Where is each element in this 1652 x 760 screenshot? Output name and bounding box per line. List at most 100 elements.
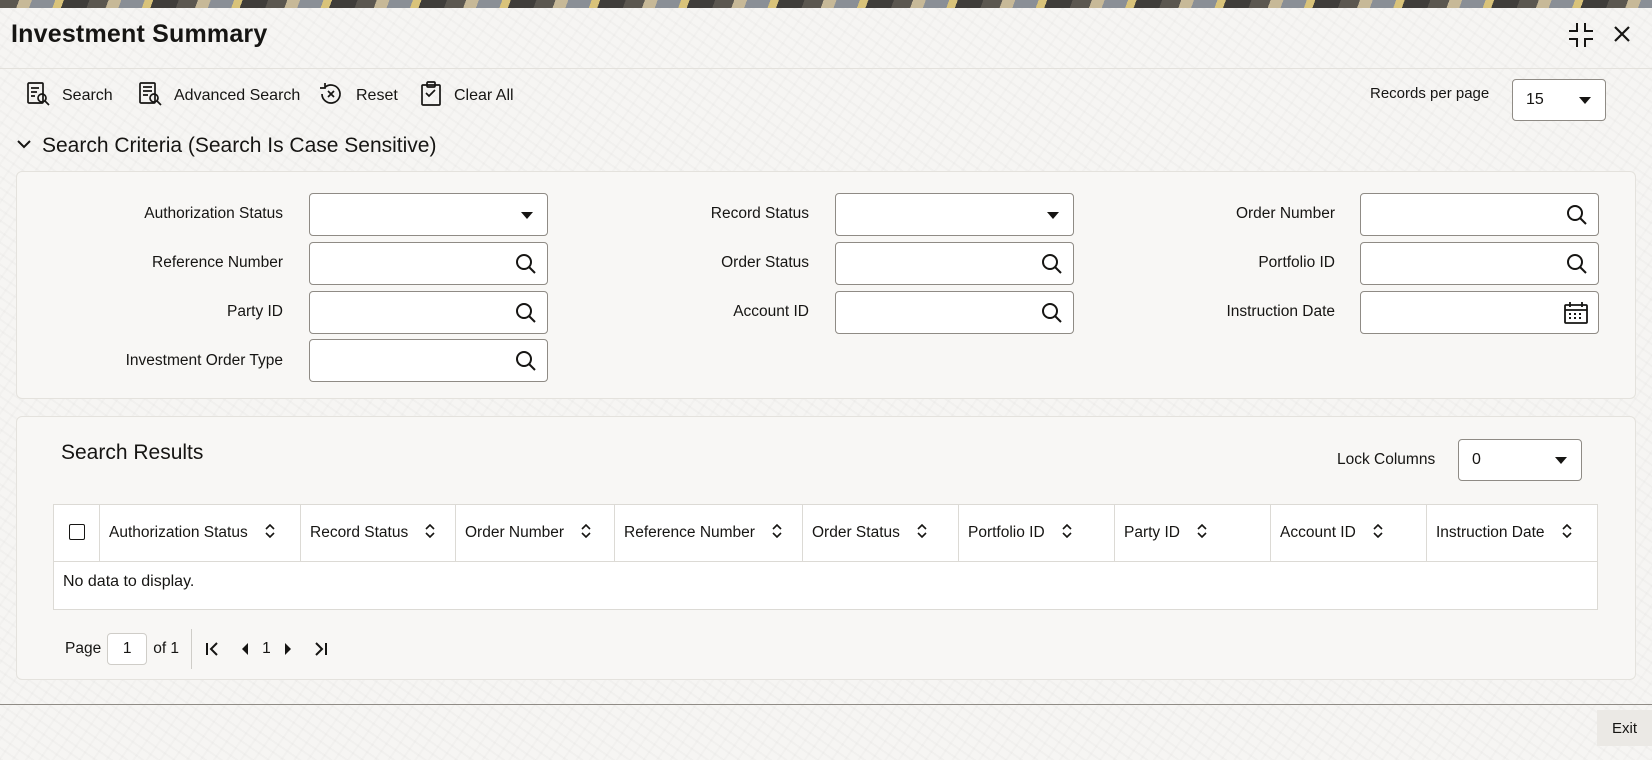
search-button[interactable]: Search: [26, 81, 113, 112]
last-page-icon[interactable]: [313, 641, 329, 657]
column-header-party-id[interactable]: Party ID: [1115, 505, 1271, 561]
party-id-label: Party ID: [227, 303, 283, 320]
previous-page-icon[interactable]: [240, 642, 250, 656]
investment-order-type-input[interactable]: [309, 339, 548, 382]
next-page-icon[interactable]: [283, 642, 293, 656]
maximize-icon[interactable]: [1568, 22, 1594, 53]
records-per-page-label: Records per page: [1370, 85, 1490, 102]
search-icon[interactable]: [1041, 302, 1063, 329]
search-icon[interactable]: [515, 253, 537, 280]
clipboard-icon: [420, 80, 442, 112]
select-all-cell: [54, 505, 100, 561]
column-header-label: Portfolio ID: [968, 524, 1045, 541]
authorization-status-label: Authorization Status: [144, 205, 283, 222]
authorization-status-select[interactable]: [309, 193, 548, 236]
column-header-record-status[interactable]: Record Status: [301, 505, 456, 561]
lock-columns-select[interactable]: 0: [1458, 439, 1582, 481]
column-header-label: Authorization Status: [109, 524, 248, 541]
sort-icon: [424, 523, 436, 543]
column-header-label: Party ID: [1124, 524, 1180, 541]
search-list-icon: [26, 81, 50, 112]
records-per-page-select[interactable]: 15: [1512, 79, 1606, 121]
reference-number-label: Reference Number: [152, 254, 283, 271]
record-status-label: Record Status: [710, 205, 809, 222]
caret-down-icon: [1579, 97, 1591, 104]
investment-order-type-label: Investment Order Type: [125, 352, 283, 369]
caret-down-icon: [521, 212, 533, 219]
clear-all-button[interactable]: Clear All: [420, 80, 514, 112]
current-page-link[interactable]: 1: [262, 640, 271, 658]
reset-button[interactable]: Reset: [318, 82, 398, 110]
calendar-icon[interactable]: [1564, 302, 1588, 329]
column-header-reference-number[interactable]: Reference Number: [615, 505, 803, 561]
account-id-label: Account ID: [733, 303, 809, 320]
advanced-search-label: Advanced Search: [174, 87, 301, 104]
column-header-label: Instruction Date: [1436, 524, 1545, 541]
search-icon[interactable]: [515, 302, 537, 329]
column-header-label: Record Status: [310, 524, 409, 541]
top-banner-strip: [0, 0, 1652, 8]
column-header-instruction-date[interactable]: Instruction Date: [1427, 505, 1597, 561]
clear-all-label: Clear All: [454, 87, 514, 104]
column-header-label: Reference Number: [624, 524, 755, 541]
footer-divider: [0, 704, 1652, 705]
column-header-order-number[interactable]: Order Number: [456, 505, 615, 561]
search-results-title: Search Results: [61, 441, 204, 464]
sort-icon: [1561, 523, 1573, 543]
sort-icon: [1372, 523, 1384, 543]
pagination: Page 1 of 1 1: [65, 629, 329, 669]
first-page-icon[interactable]: [204, 641, 220, 657]
column-header-order-status[interactable]: Order Status: [803, 505, 959, 561]
search-icon[interactable]: [515, 350, 537, 377]
advanced-search-icon: [138, 81, 162, 112]
search-icon[interactable]: [1566, 253, 1588, 280]
close-icon[interactable]: [1610, 22, 1634, 51]
account-id-input[interactable]: [835, 291, 1074, 334]
column-header-portfolio-id[interactable]: Portfolio ID: [959, 505, 1115, 561]
header-divider: [0, 68, 1652, 69]
search-button-label: Search: [62, 87, 113, 104]
reset-button-label: Reset: [356, 87, 398, 104]
column-header-account-id[interactable]: Account ID: [1271, 505, 1427, 561]
reference-number-input[interactable]: [309, 242, 548, 285]
record-status-select[interactable]: [835, 193, 1074, 236]
party-id-input[interactable]: [309, 291, 548, 334]
column-header-label: Order Status: [812, 524, 900, 541]
page-label: Page: [65, 640, 102, 657]
column-header-label: Account ID: [1280, 524, 1356, 541]
page-total-label: of 1: [153, 640, 180, 657]
search-criteria-title: Search Criteria (Search Is Case Sensitiv…: [42, 134, 437, 157]
exit-button[interactable]: Exit: [1597, 710, 1652, 746]
select-all-checkbox[interactable]: [69, 524, 85, 540]
sort-icon: [771, 523, 783, 543]
search-criteria-toggle[interactable]: Search Criteria (Search Is Case Sensitiv…: [16, 134, 436, 158]
table-header: Authorization Status Record Status Order…: [54, 505, 1597, 562]
sort-icon: [1061, 523, 1073, 543]
instruction-date-label: Instruction Date: [1226, 303, 1335, 320]
order-number-label: Order Number: [1235, 205, 1335, 222]
column-header-authorization-status[interactable]: Authorization Status: [100, 505, 301, 561]
search-icon[interactable]: [1041, 253, 1063, 280]
instruction-date-input[interactable]: [1360, 291, 1599, 334]
lock-columns-value: 0: [1472, 451, 1481, 468]
caret-down-icon: [1047, 212, 1059, 219]
records-per-page-value: 15: [1526, 91, 1544, 108]
empty-table-message: No data to display.: [63, 573, 195, 590]
sort-icon: [1196, 523, 1208, 543]
column-header-label: Order Number: [465, 524, 565, 541]
lock-columns-label: Lock Columns: [1337, 451, 1436, 468]
sort-icon: [916, 523, 928, 543]
search-icon[interactable]: [1566, 204, 1588, 231]
results-table: Authorization Status Record Status Order…: [53, 504, 1598, 610]
pagination-divider: [191, 629, 193, 669]
chevron-down-icon: [16, 137, 32, 155]
order-number-input[interactable]: [1360, 193, 1599, 236]
page-number-input[interactable]: 1: [107, 633, 148, 665]
page-title: Investment Summary: [11, 20, 268, 48]
order-status-input[interactable]: [835, 242, 1074, 285]
sort-icon: [264, 523, 276, 543]
portfolio-id-input[interactable]: [1360, 242, 1599, 285]
sort-icon: [580, 523, 592, 543]
caret-down-icon: [1555, 457, 1567, 464]
advanced-search-button[interactable]: Advanced Search: [138, 81, 301, 112]
